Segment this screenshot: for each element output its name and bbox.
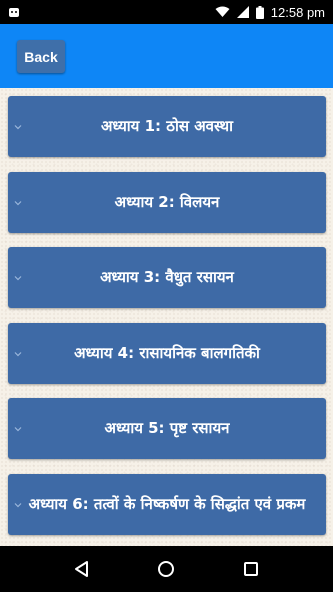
android-notification-icon	[9, 8, 19, 17]
chapter-list: अध्याय 1: ठोस अवस्था अध्याय 2: विलयन अध्…	[0, 88, 333, 546]
triangle-back-icon[interactable]	[73, 560, 91, 578]
chapter-label: अध्याय 1: ठोस अवस्था	[100, 117, 234, 135]
chevron-down-icon	[14, 351, 22, 356]
status-time: 12:58 pm	[270, 4, 325, 20]
circle-home-icon[interactable]	[157, 560, 175, 578]
chevron-down-icon	[14, 275, 22, 280]
chevron-down-icon	[14, 426, 22, 431]
chapter-item-3[interactable]: अध्याय 3: वैधुत रसायन	[8, 247, 326, 308]
chevron-down-icon	[14, 502, 22, 507]
chapter-item-1[interactable]: अध्याय 1: ठोस अवस्था	[8, 96, 326, 157]
chapter-item-5[interactable]: अध्याय 5: पृष्ट रसायन	[8, 398, 326, 459]
chapter-label: अध्याय 5: पृष्ट रसायन	[104, 419, 230, 437]
status-bar: 12:58 pm	[0, 0, 333, 24]
cell-signal-icon	[236, 6, 249, 18]
app-bar: Back	[0, 24, 333, 88]
back-button[interactable]: Back	[17, 40, 65, 73]
chevron-down-icon	[14, 200, 22, 205]
chapter-item-4[interactable]: अध्याय 4: रासायनिक बालगतिकी	[8, 323, 326, 384]
chapter-item-6[interactable]: अध्याय 6: तत्वों के निष्कर्षण के सिद्धां…	[8, 474, 326, 535]
chapter-item-2[interactable]: अध्याय 2: विलयन	[8, 172, 326, 233]
chapter-label: अध्याय 3: वैधुत रसायन	[100, 268, 234, 286]
chapter-label: अध्याय 4: रासायनिक बालगतिकी	[74, 344, 260, 362]
wifi-icon	[215, 6, 230, 17]
chevron-down-icon	[14, 124, 22, 129]
square-recents-icon[interactable]	[242, 560, 260, 578]
chapter-label: अध्याय 2: विलयन	[114, 193, 220, 211]
chapter-label: अध्याय 6: तत्वों के निष्कर्षण के सिद्धां…	[28, 495, 306, 513]
battery-icon	[255, 5, 264, 19]
navigation-bar	[0, 546, 333, 592]
